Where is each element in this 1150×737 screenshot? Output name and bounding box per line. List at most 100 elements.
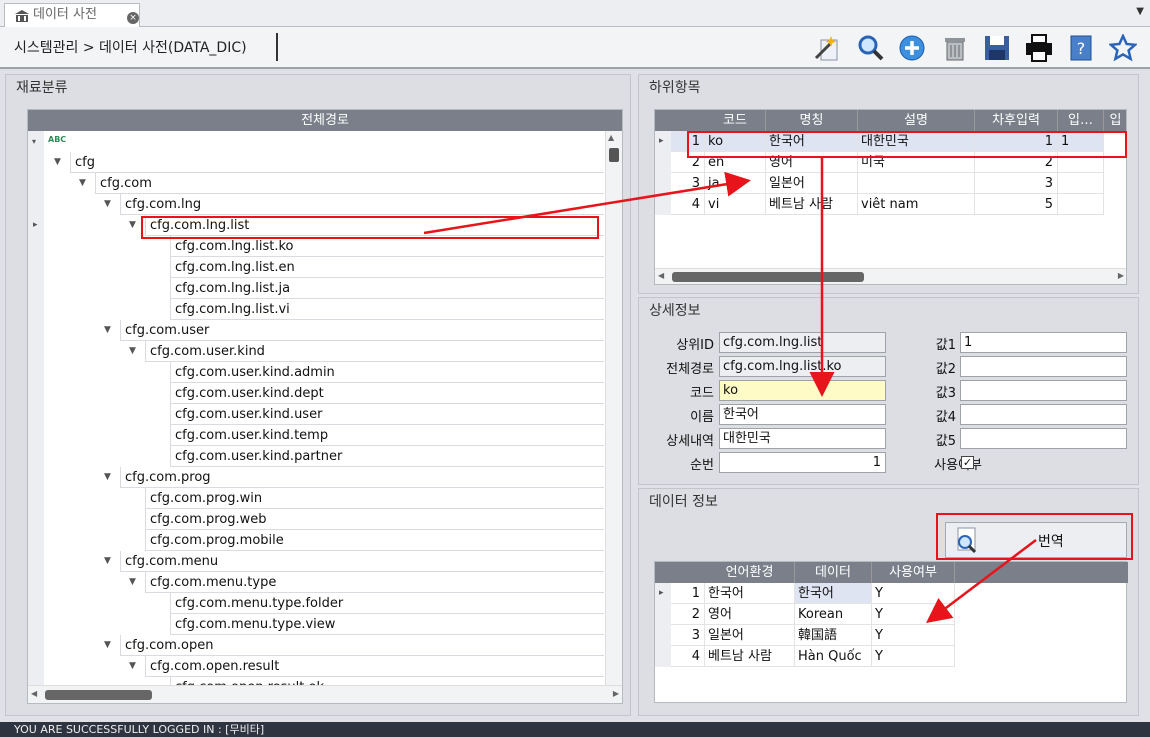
tree-item[interactable]: cfg.com.user.kind.user <box>170 404 604 425</box>
tree-item[interactable]: cfg.com.lng.list.en <box>170 257 604 278</box>
table-cell[interactable]: 5 <box>975 194 1058 215</box>
detail-input[interactable]: 한국어 <box>719 404 886 425</box>
expand-caret-icon[interactable]: ▼ <box>129 215 136 236</box>
table-cell[interactable]: 韓国語 <box>795 625 872 646</box>
expand-caret-icon[interactable]: ▼ <box>104 467 111 488</box>
magic-wand-icon[interactable] <box>812 33 842 63</box>
tree-item[interactable]: cfg.com.user.kind.temp <box>170 425 604 446</box>
expand-caret-icon[interactable]: ▼ <box>104 635 111 656</box>
table-cell[interactable] <box>1058 194 1104 215</box>
tree-item[interactable]: cfg.com.lng.list.ko <box>170 236 604 257</box>
tree-item[interactable]: cfg.com.menu.type <box>145 572 604 593</box>
use-checkbox[interactable]: ✓ <box>961 456 974 469</box>
table-cell[interactable]: viêt nam <box>858 194 975 215</box>
table-cell[interactable]: 일본어 <box>766 173 858 194</box>
expand-caret-icon[interactable]: ▼ <box>104 551 111 572</box>
value-input[interactable] <box>960 380 1127 401</box>
table-cell[interactable]: Y <box>872 646 955 667</box>
table-cell[interactable]: vi <box>705 194 766 215</box>
column-header[interactable]: 설명 <box>858 110 975 131</box>
tree-item[interactable]: cfg.com.prog.mobile <box>145 530 604 551</box>
value-input[interactable] <box>960 404 1127 425</box>
expand-caret-icon[interactable]: ▼ <box>129 656 136 677</box>
star-icon[interactable] <box>1108 33 1138 63</box>
table-cell[interactable]: 일본어 <box>705 625 795 646</box>
expand-caret-icon[interactable]: ▼ <box>104 320 111 341</box>
scroll-thumb[interactable] <box>609 148 619 162</box>
column-header[interactable]: 차후입력 <box>975 110 1058 131</box>
table-cell[interactable]: 영어 <box>705 604 795 625</box>
table-cell[interactable]: 한국어 <box>795 583 872 604</box>
tree-item[interactable]: cfg.com.user.kind.partner <box>170 446 604 467</box>
table-cell[interactable]: 베트남 사람 <box>766 194 858 215</box>
table-cell[interactable]: 3 <box>975 173 1058 194</box>
table-cell[interactable]: ja <box>705 173 766 194</box>
value-input[interactable]: 1 <box>960 332 1127 353</box>
tree-item[interactable]: cfg.com.open.result.ok <box>170 677 604 685</box>
scroll-up-icon[interactable]: ▲ <box>608 133 614 142</box>
vertical-scrollbar[interactable]: ▲ <box>605 131 622 685</box>
search-icon[interactable] <box>856 33 886 63</box>
detail-input[interactable]: 1 <box>719 452 886 473</box>
table-cell[interactable]: Y <box>872 583 955 604</box>
tree-item[interactable]: cfg.com.user.kind <box>145 341 604 362</box>
column-header[interactable]: 전체경로 <box>28 110 622 131</box>
column-header[interactable]: 데이터 <box>795 562 872 583</box>
scroll-left-icon[interactable]: ◀ <box>31 689 37 698</box>
tree-item[interactable]: cfg.com.lng.list.vi <box>170 299 604 320</box>
table-cell[interactable]: Korean <box>795 604 872 625</box>
scroll-right-icon[interactable]: ▶ <box>1118 271 1124 280</box>
tree-item[interactable]: cfg.com.lng <box>120 194 604 215</box>
expand-caret-icon[interactable]: ▼ <box>79 173 86 194</box>
table-cell[interactable]: Hàn Quốc <box>795 646 872 667</box>
chevron-down-icon[interactable]: ▼ <box>1136 6 1144 17</box>
tree-item[interactable]: cfg.com.menu.type.folder <box>170 593 604 614</box>
tree-item[interactable]: cfg.com.prog <box>120 467 604 488</box>
detail-input[interactable]: ko <box>719 380 886 401</box>
help-icon[interactable]: ? <box>1066 33 1096 63</box>
horizontal-scrollbar[interactable]: ◀ ▶ <box>655 268 1126 284</box>
scroll-left-icon[interactable]: ◀ <box>658 271 664 280</box>
horizontal-scrollbar[interactable]: ◀ ▶ <box>28 685 622 703</box>
column-header[interactable]: 코드 <box>705 110 766 131</box>
column-header[interactable]: 입… <box>1058 110 1104 131</box>
scroll-thumb[interactable] <box>672 272 864 282</box>
expand-caret-icon[interactable]: ▼ <box>54 152 61 173</box>
table-cell[interactable]: Y <box>872 604 955 625</box>
tree-item[interactable]: cfg <box>70 152 604 173</box>
expand-caret-icon[interactable]: ▼ <box>129 341 136 362</box>
table-cell[interactable] <box>1058 173 1104 194</box>
scroll-right-icon[interactable]: ▶ <box>613 689 619 698</box>
save-icon[interactable] <box>982 33 1012 63</box>
tab-data-dictionary[interactable]: 데이터 사전 × <box>4 3 140 27</box>
column-header[interactable]: 명칭 <box>766 110 858 131</box>
detail-input[interactable]: 대한민국 <box>719 428 886 449</box>
column-header[interactable]: 사용여부 <box>872 562 955 583</box>
expand-caret-icon[interactable]: ▼ <box>129 572 136 593</box>
table-cell[interactable]: 한국어 <box>705 583 795 604</box>
tree-item[interactable]: cfg.com.open.result <box>145 656 604 677</box>
table-cell[interactable]: Y <box>872 625 955 646</box>
tree-item[interactable]: cfg.com.open <box>120 635 604 656</box>
tree-item[interactable]: cfg.com.prog.web <box>145 509 604 530</box>
add-icon[interactable] <box>897 33 927 63</box>
value-input[interactable] <box>960 428 1127 449</box>
tree-item[interactable]: cfg.com.user <box>120 320 604 341</box>
column-header[interactable]: 언어환경 <box>705 562 795 583</box>
tree-item[interactable]: cfg.com.lng.list.ja <box>170 278 604 299</box>
tree-item[interactable]: cfg.com.user.kind.dept <box>170 383 604 404</box>
tree-item[interactable]: cfg.com <box>95 173 604 194</box>
table-cell[interactable]: 베트남 사람 <box>705 646 795 667</box>
table-cell[interactable] <box>858 173 975 194</box>
tree-item[interactable]: cfg.com.menu <box>120 551 604 572</box>
trash-icon[interactable] <box>940 33 970 63</box>
value-input[interactable] <box>960 356 1127 377</box>
expand-caret-icon[interactable]: ▼ <box>104 194 111 215</box>
tree-item[interactable]: cfg.com.prog.win <box>145 488 604 509</box>
scroll-thumb[interactable] <box>45 690 152 700</box>
close-icon[interactable]: × <box>127 12 139 24</box>
column-header[interactable]: 입 <box>1104 110 1126 131</box>
print-icon[interactable] <box>1024 33 1054 63</box>
tree-item[interactable]: cfg.com.menu.type.view <box>170 614 604 635</box>
tree-item[interactable]: cfg.com.user.kind.admin <box>170 362 604 383</box>
